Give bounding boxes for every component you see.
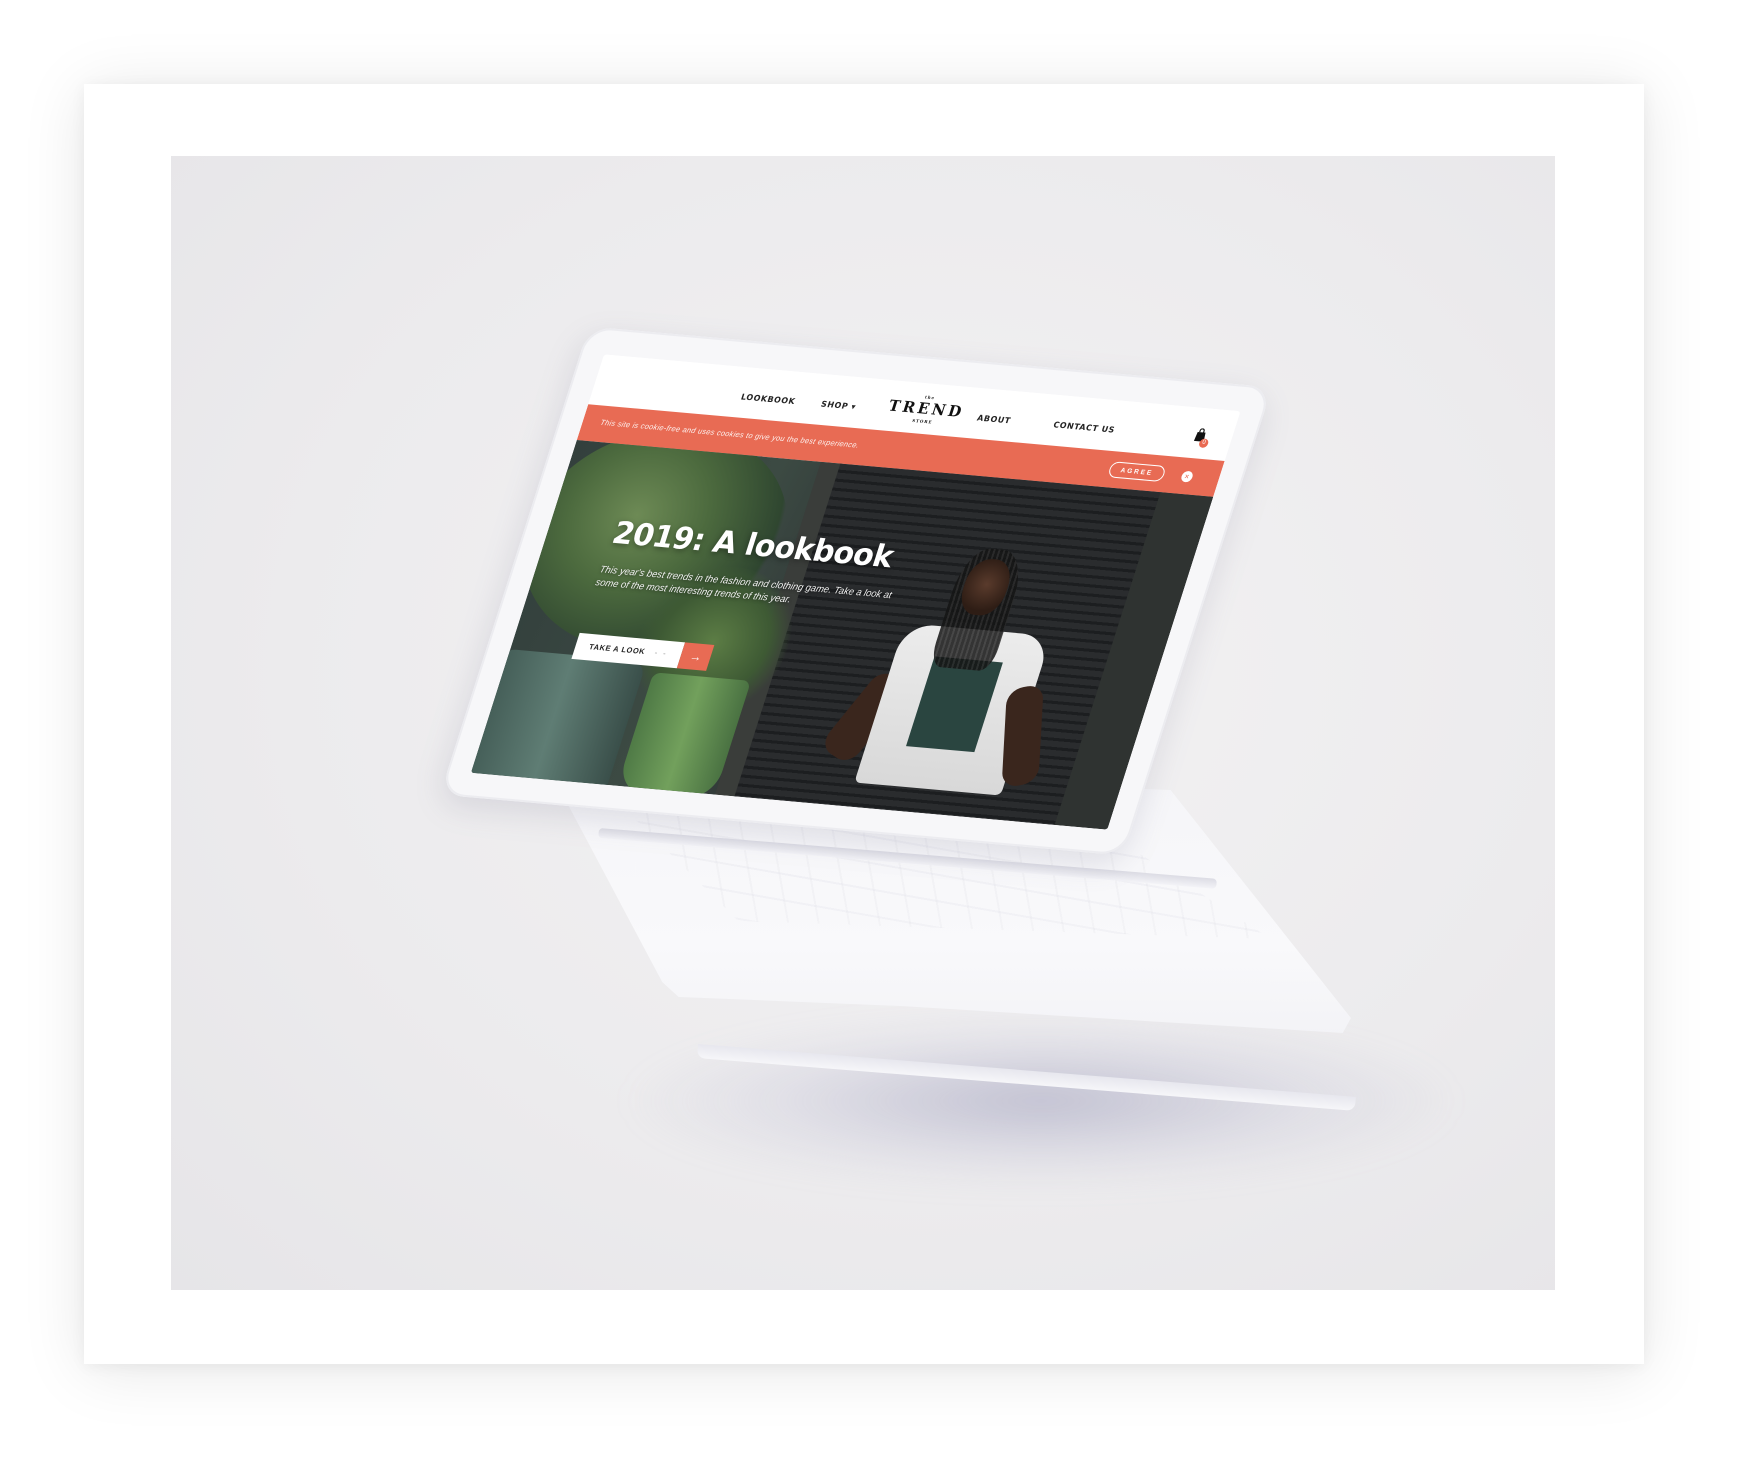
- cta-dash: - -: [653, 647, 670, 659]
- close-icon[interactable]: ×: [1179, 470, 1195, 483]
- laptop-screen: LOOKBOOK SHOP ▾ the TREND STORE ABOUT CO…: [470, 354, 1241, 830]
- site-logo[interactable]: the TREND STORE: [884, 390, 968, 427]
- nav-item-contact[interactable]: CONTACT US: [1052, 420, 1116, 434]
- hero-section: 2019: A lookbook This year's best trends…: [470, 440, 1214, 830]
- mockup-frame: LOOKBOOK SHOP ▾ the TREND STORE ABOUT CO…: [84, 84, 1644, 1364]
- hero-image-arm-right: [1001, 683, 1044, 789]
- nav-item-shop-label: SHOP: [819, 399, 850, 411]
- laptop-lid: LOOKBOOK SHOP ▾ the TREND STORE ABOUT CO…: [439, 326, 1273, 856]
- cta-label-text: TAKE A LOOK: [587, 642, 647, 657]
- nav-item-about[interactable]: ABOUT: [976, 413, 1012, 425]
- nav-item-lookbook[interactable]: LOOKBOOK: [740, 392, 797, 406]
- nav-item-shop[interactable]: SHOP ▾: [820, 400, 858, 412]
- chevron-down-icon: ▾: [849, 402, 858, 412]
- mockup-scene: LOOKBOOK SHOP ▾ the TREND STORE ABOUT CO…: [171, 156, 1555, 1290]
- agree-button[interactable]: AGREE: [1107, 461, 1167, 483]
- cart-count-badge: 0: [1197, 438, 1210, 449]
- hero-image-planter: [470, 648, 647, 791]
